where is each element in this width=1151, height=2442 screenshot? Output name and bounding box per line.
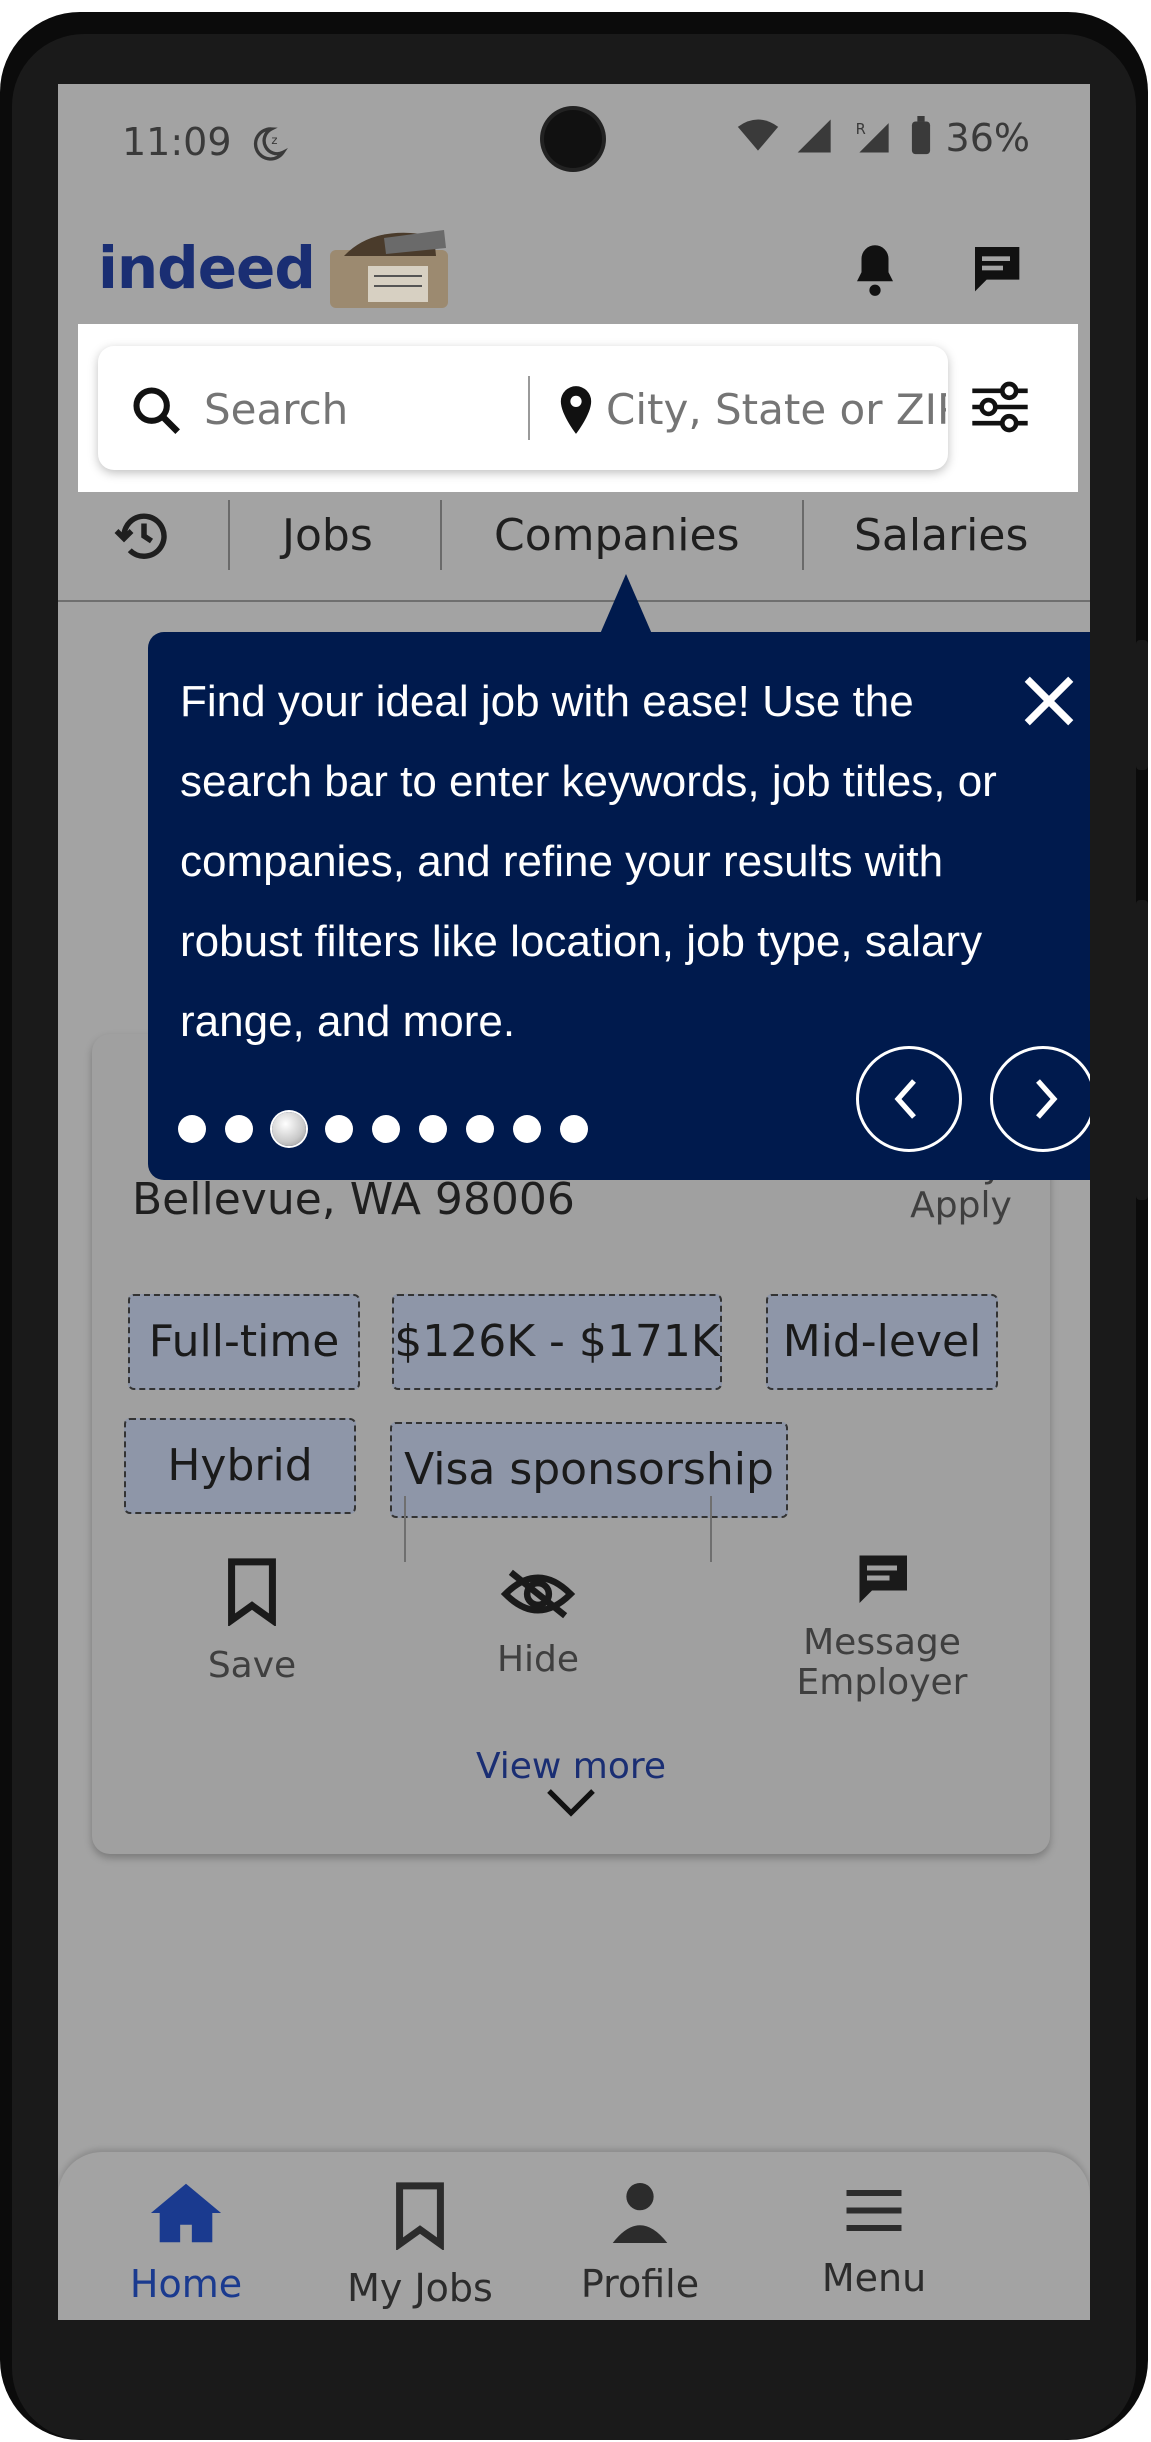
svg-text:R: R (855, 121, 865, 138)
next-button[interactable] (990, 1046, 1090, 1152)
chevron-down-icon (92, 1787, 1050, 1828)
chip-level[interactable]: Mid-level (766, 1294, 998, 1390)
tabs-row: Jobs Companies Salaries (58, 492, 1090, 602)
save-label: Save (207, 1645, 297, 1686)
search-highlight (78, 324, 1078, 492)
message-icon (852, 1555, 912, 1617)
search-input[interactable] (202, 382, 506, 436)
svg-text:z: z (271, 133, 277, 147)
hide-label: Hide (496, 1639, 580, 1680)
action-divider (404, 1496, 406, 1562)
tooltip-pagination (178, 1112, 607, 1146)
nav-profile[interactable]: Profile (540, 2180, 740, 2306)
save-button[interactable]: Save (192, 1556, 312, 1686)
tab-companies[interactable]: Companies (494, 510, 740, 561)
pagination-dot[interactable] (419, 1115, 447, 1143)
signal-roaming-icon: R (852, 116, 896, 160)
pagination-dot[interactable] (178, 1115, 206, 1143)
pagination-dot-active[interactable] (272, 1112, 306, 1146)
battery-icon (910, 116, 932, 160)
notifications-bell-icon[interactable] (848, 240, 902, 304)
pagination-dot[interactable] (513, 1115, 541, 1143)
view-more-label: View more (475, 1746, 667, 1787)
nav-home-label: Home (129, 2262, 243, 2306)
tab-jobs[interactable]: Jobs (282, 510, 373, 561)
bottom-nav: Home My Jobs Profile Menu (58, 2152, 1090, 2320)
decorative-banner-icon (324, 226, 454, 314)
bookmark-icon (222, 1558, 282, 1635)
history-icon[interactable] (114, 506, 174, 570)
signal-icon (794, 116, 838, 160)
job-location: Bellevue, WA 98006 (132, 1174, 575, 1225)
chevron-right-icon (1031, 1077, 1061, 1125)
nav-menu-label: Menu (821, 2256, 927, 2300)
app-header: indeed (58, 204, 1090, 324)
tooltip-arrow (600, 574, 652, 634)
battery-percent: 36% (945, 116, 1030, 160)
tabs-underline (58, 600, 1090, 602)
tab-salaries[interactable]: Salaries (854, 510, 1028, 561)
screen: 11:09 z R 36% indeed Jobs Companies Sala… (58, 84, 1090, 2320)
chip-visa[interactable]: Visa sponsorship (390, 1422, 788, 1518)
nav-my-jobs-label: My Jobs (347, 2266, 493, 2310)
status-icons: R 36% (736, 116, 1030, 160)
chip-salary[interactable]: $126K - $171K (392, 1294, 722, 1390)
power-button (1136, 640, 1148, 770)
eye-off-icon (500, 1569, 576, 1633)
pagination-dot[interactable] (560, 1115, 588, 1143)
pagination-dot[interactable] (372, 1115, 400, 1143)
indeed-logo[interactable]: indeed (98, 234, 316, 302)
bookmark-icon (390, 2182, 450, 2254)
chip-workplace[interactable]: Hybrid (124, 1418, 356, 1514)
status-bar: 11:09 z R 36% (58, 84, 1090, 204)
volume-button (1136, 900, 1148, 1200)
pagination-dot[interactable] (466, 1115, 494, 1143)
menu-icon (844, 2190, 904, 2244)
location-pin-icon (558, 384, 594, 440)
search-bar (98, 346, 948, 470)
location-input[interactable] (604, 382, 948, 436)
nav-menu[interactable]: Menu (774, 2180, 974, 2300)
nav-profile-label: Profile (580, 2262, 700, 2306)
tab-divider (228, 500, 230, 570)
messages-icon[interactable] (968, 242, 1024, 298)
nav-home[interactable]: Home (86, 2180, 286, 2306)
action-divider (710, 1496, 712, 1562)
hide-button[interactable]: Hide (478, 1564, 598, 1680)
close-icon[interactable] (1020, 672, 1078, 734)
chip-job-type[interactable]: Full-time (128, 1294, 360, 1390)
message-employer-button[interactable]: Message Employer (772, 1548, 992, 1703)
view-more-link[interactable]: View more (92, 1746, 1050, 1828)
tab-divider (440, 500, 442, 570)
front-camera (544, 110, 602, 168)
onboarding-tooltip: Find your ideal job with ease! Use the s… (148, 632, 1090, 1180)
nav-my-jobs[interactable]: My Jobs (320, 2180, 520, 2310)
message-employer-label: Message Employer (796, 1622, 968, 1703)
do-not-disturb-icon: z (248, 124, 288, 168)
chevron-left-icon (891, 1077, 921, 1125)
home-icon (148, 2183, 224, 2250)
filters-icon[interactable] (970, 380, 1030, 438)
tab-divider (802, 500, 804, 570)
search-icon (130, 384, 182, 440)
pagination-dot[interactable] (225, 1115, 253, 1143)
search-divider (528, 376, 530, 440)
person-icon (610, 2183, 670, 2250)
wifi-icon (736, 116, 780, 160)
tooltip-text: Find your ideal job with ease! Use the s… (180, 677, 997, 1046)
previous-button[interactable] (856, 1046, 962, 1152)
status-time: 11:09 (122, 120, 232, 164)
pagination-dot[interactable] (325, 1115, 353, 1143)
